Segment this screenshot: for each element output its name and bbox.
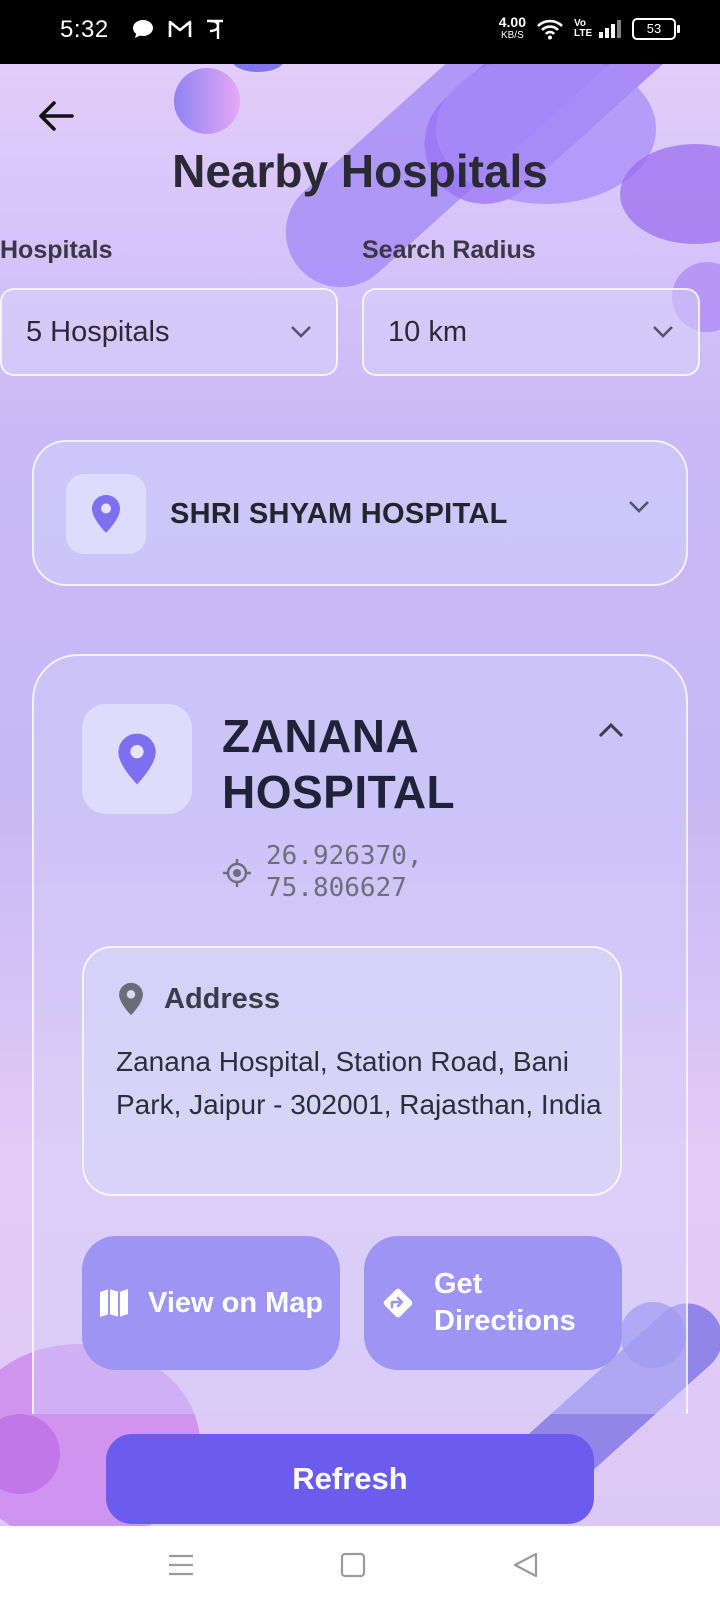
hospitals-count-value: 5 Hospitals <box>26 315 170 348</box>
location-pin-icon <box>119 982 143 1016</box>
battery-icon: 53 <box>632 18 680 40</box>
view-on-map-label: View on Map <box>148 1286 324 1319</box>
get-directions-label: Get Directions <box>434 1268 576 1337</box>
coordinates: 26.926370, 75.806627 <box>222 840 423 904</box>
gps-target-icon <box>223 859 251 887</box>
search-radius-select[interactable]: 10 km <box>362 288 700 376</box>
directions-icon <box>383 1288 413 1318</box>
arrow-left-icon <box>39 101 74 131</box>
app-screen: Nearby Hospitals Hospitals 5 Hospitals S… <box>0 64 720 1526</box>
back-triangle-icon[interactable] <box>512 1552 538 1578</box>
phonepe-icon <box>207 19 223 39</box>
decor-bubble <box>232 64 284 72</box>
status-time: 5:32 <box>60 16 109 43</box>
hospital-card-collapsed[interactable]: SHRI SHYAM HOSPITAL <box>32 440 688 586</box>
chevron-down-icon[interactable] <box>628 500 650 514</box>
back-button[interactable] <box>34 94 78 138</box>
location-pin-icon <box>118 733 156 785</box>
search-radius-label: Search Radius <box>362 236 536 264</box>
chat-bubble-icon <box>133 20 153 38</box>
system-indicators: 4.00 KB/S Vo LTE 53 <box>498 14 680 42</box>
volte-label: Vo LTE <box>574 18 593 39</box>
address-header: Address <box>118 982 280 1016</box>
chevron-down-icon <box>291 326 311 338</box>
chevron-up-icon[interactable] <box>598 722 624 738</box>
decor-bubble <box>174 68 240 134</box>
wifi-icon <box>537 19 563 40</box>
location-pin-icon <box>92 495 120 533</box>
network-speed-value: 4.00 <box>498 14 526 30</box>
refresh-button[interactable]: Refresh <box>106 1434 594 1524</box>
home-square-icon[interactable] <box>340 1552 366 1578</box>
map-icon <box>100 1289 128 1317</box>
system-nav-bar <box>0 1526 720 1612</box>
hospitals-count-select[interactable]: 5 Hospitals <box>0 288 338 376</box>
pin-badge <box>82 704 192 814</box>
coordinates-text: 26.926370, 75.806627 <box>266 841 423 903</box>
address-box: Address Zanana Hospital, Station Road, B… <box>82 946 622 1196</box>
pin-badge <box>66 474 146 554</box>
menu-icon[interactable] <box>168 1552 194 1578</box>
hospitals-label: Hospitals <box>0 236 113 264</box>
get-directions-button[interactable]: Get Directions <box>364 1236 622 1370</box>
chevron-down-icon <box>653 326 673 338</box>
network-speed: 4.00 KB/S <box>498 14 526 42</box>
signal-icon <box>599 20 621 38</box>
search-radius-value: 10 km <box>388 315 467 348</box>
status-bar: 5:32 4.00 KB/S Vo LTE 53 <box>0 0 720 64</box>
notification-icons <box>132 18 224 40</box>
network-speed-unit: KB/S <box>500 30 524 41</box>
hospital-card-expanded: ZANANA HOSPITAL 26.926370, 75.806627 Add… <box>32 654 688 1414</box>
gmail-icon <box>168 20 192 37</box>
hospital-name: SHRI SHYAM HOSPITAL <box>170 498 508 530</box>
address-label: Address <box>164 982 281 1015</box>
address-text: Zanana Hospital, Station Road, Bani Park… <box>116 1046 602 1120</box>
hospital-name: ZANANA HOSPITAL <box>222 710 456 818</box>
page-title: Nearby Hospitals <box>172 145 548 197</box>
view-on-map-button[interactable]: View on Map <box>82 1236 340 1370</box>
